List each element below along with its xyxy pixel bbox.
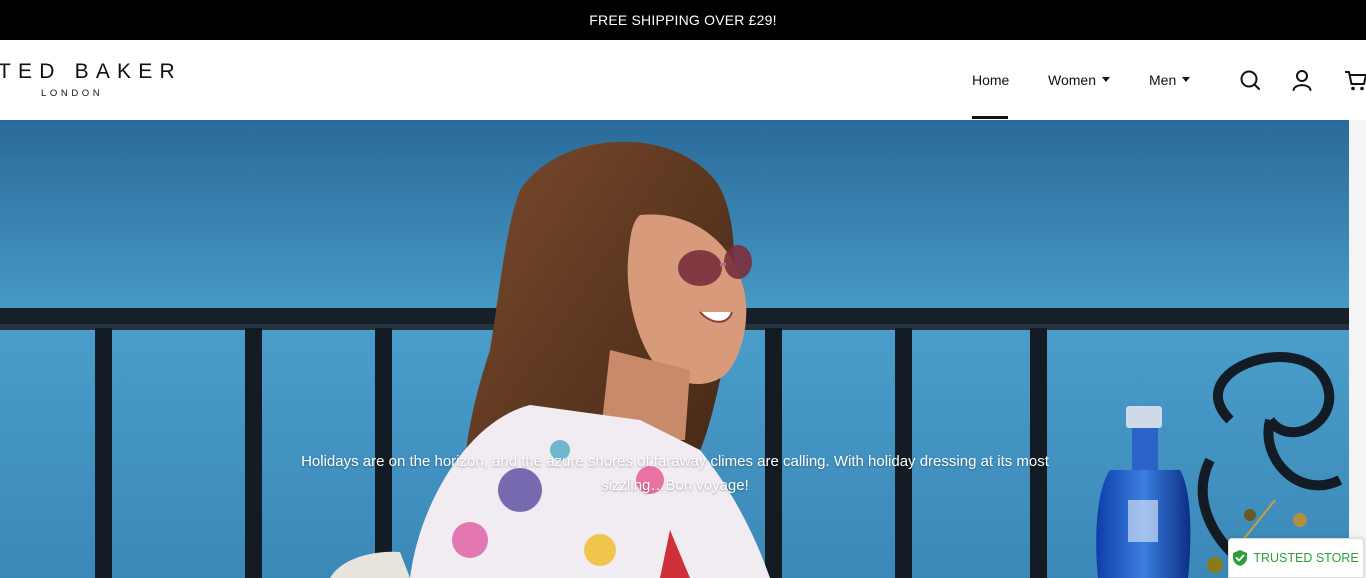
cart-icon[interactable] bbox=[1344, 68, 1366, 92]
hero-caption: Holidays are on the horizon, and the azu… bbox=[301, 453, 1049, 494]
page-scrollbar[interactable] bbox=[1349, 120, 1366, 578]
trusted-store-badge[interactable]: TRUSTED STORE bbox=[1228, 538, 1364, 578]
nav-women[interactable]: Women bbox=[1048, 70, 1110, 90]
caret-down-icon bbox=[1101, 76, 1110, 82]
shield-check-icon bbox=[1233, 550, 1248, 566]
logo-main: TED BAKER bbox=[0, 60, 182, 83]
caret-down-icon bbox=[1182, 76, 1191, 82]
logo[interactable]: TED BAKER LONDON bbox=[0, 60, 175, 102]
announcement-bar: FREE SHIPPING OVER £29! bbox=[0, 0, 1366, 40]
account-icon[interactable] bbox=[1290, 68, 1314, 92]
nav-men-label: Men bbox=[1149, 72, 1177, 88]
site-header: TED BAKER LONDON Home Women Men bbox=[0, 40, 1366, 120]
hero-image bbox=[0, 120, 1349, 578]
nav-men[interactable]: Men bbox=[1149, 70, 1191, 90]
announcement-text: FREE SHIPPING OVER £29! bbox=[589, 12, 777, 28]
nav-women-label: Women bbox=[1048, 72, 1096, 88]
nav-active-indicator bbox=[972, 116, 1008, 119]
trusted-store-label: TRUSTED STORE bbox=[1253, 551, 1359, 565]
search-icon[interactable] bbox=[1238, 68, 1262, 92]
hero-banner[interactable]: Holidays are on the horizon, and the azu… bbox=[0, 120, 1349, 578]
nav-home-label: Home bbox=[972, 72, 1010, 88]
nav-home[interactable]: Home bbox=[972, 70, 1009, 90]
logo-sub: LONDON bbox=[41, 88, 104, 99]
